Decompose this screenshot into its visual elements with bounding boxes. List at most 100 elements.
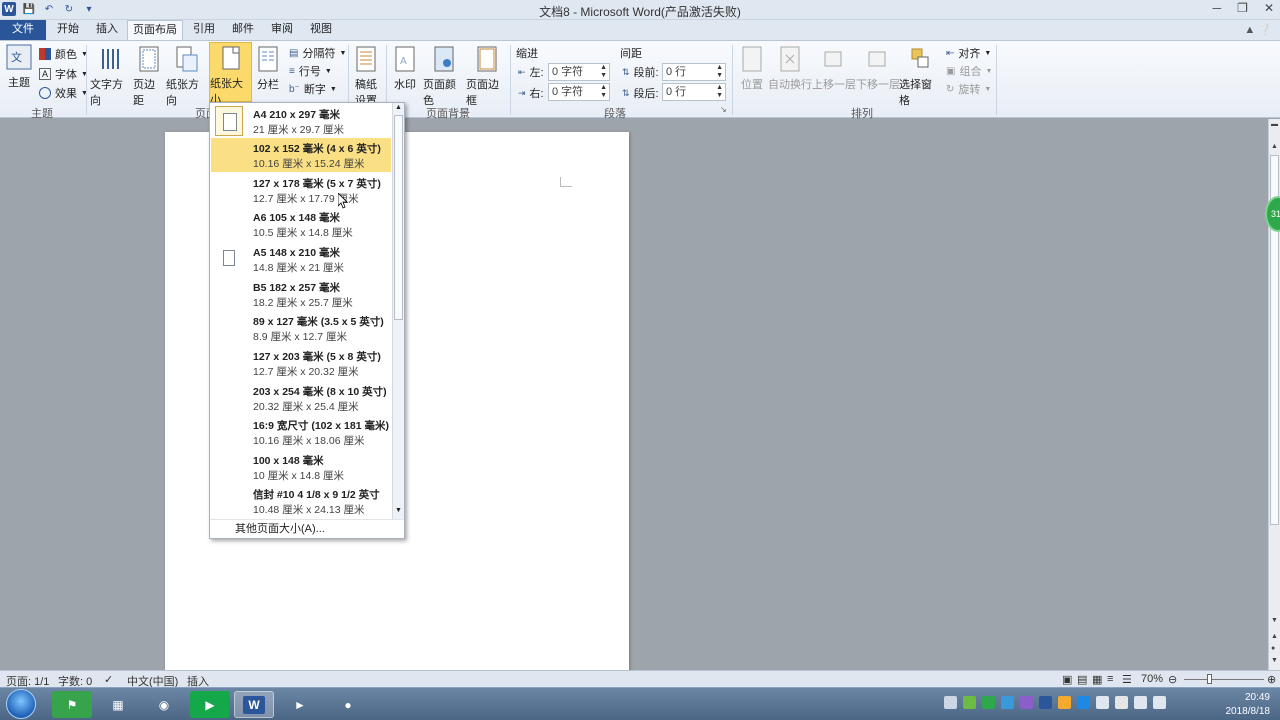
tab-home[interactable]: 开始 (50, 20, 86, 40)
zoom-out-icon[interactable]: ⊖ (1168, 673, 1177, 686)
tray-app-icon[interactable] (1039, 696, 1052, 709)
wrap-text-button[interactable]: 自动换行 (768, 45, 812, 92)
taskbar-app-green-icon[interactable]: ⚑ (52, 691, 92, 718)
tray-flag-icon[interactable] (1115, 696, 1128, 709)
paper-size-option[interactable]: 89 x 127 毫米 (3.5 x 5 英寸) 8.9 厘米 x 12.7 厘… (211, 311, 391, 345)
taskbar-app-browser-icon[interactable]: ◉ (144, 691, 184, 718)
orientation-button[interactable]: 纸张方向 (166, 45, 208, 108)
paper-size-option[interactable]: B5 182 x 257 毫米 18.2 厘米 x 25.7 厘米 (211, 277, 391, 311)
paper-size-option[interactable]: 16:9 宽尺寸 (102 x 181 毫米) 10.16 厘米 x 18.06… (211, 415, 391, 449)
zoom-level[interactable]: 70% (1141, 673, 1163, 685)
next-page-icon[interactable]: ▼ (1271, 657, 1278, 664)
scroll-down-icon[interactable]: ▼ (395, 507, 402, 514)
columns-button[interactable]: 分栏 (254, 45, 282, 92)
align-button[interactable]: ⇤ 对齐 ▼ (946, 45, 991, 61)
themes-button[interactable]: 文 主题 (4, 43, 34, 90)
taskbar-app-player-icon[interactable]: ► (280, 691, 320, 718)
paper-size-option[interactable]: A5 148 x 210 毫米 14.8 厘米 x 21 厘米 (211, 242, 391, 276)
restore-icon[interactable]: ❐ (1237, 1, 1248, 15)
tray-battery-icon[interactable] (963, 696, 976, 709)
spinner-arrows-icon[interactable]: ▲ ▼ (600, 64, 607, 80)
previous-page-icon[interactable]: ▲ (1271, 633, 1278, 640)
taskbar-app-video-icon[interactable]: ▶ (190, 691, 230, 718)
watermark-button[interactable]: A 水印 (391, 45, 419, 92)
paper-size-option[interactable]: 127 x 178 毫米 (5 x 7 英寸) 12.7 厘米 x 17.79 … (211, 173, 391, 207)
paper-size-option[interactable]: 203 x 254 毫米 (8 x 10 英寸) 20.32 厘米 x 25.4… (211, 381, 391, 415)
scroll-down-icon[interactable]: ▼ (1271, 617, 1278, 624)
paper-size-option[interactable]: A4 210 x 297 毫米 21 厘米 x 29.7 厘米 (211, 104, 391, 138)
tab-view[interactable]: 视图 (303, 20, 339, 40)
view-draft-icon[interactable]: ☰ (1122, 673, 1132, 686)
page-borders-button[interactable]: 页面边框 (466, 45, 508, 108)
ruler-toggle-icon[interactable]: ▬ (1271, 121, 1278, 128)
zoom-slider-track[interactable] (1184, 679, 1264, 680)
spacing-before-input[interactable]: 0 行 ▲ ▼ (662, 63, 726, 81)
tray-display-icon[interactable] (1096, 696, 1109, 709)
paper-size-option[interactable]: 信封 #10 4 1/8 x 9 1/2 英寸 10.48 厘米 x 24.13… (211, 484, 391, 518)
more-paper-sizes-link[interactable]: 其他页面大小(A)... (210, 519, 404, 538)
indent-right-input[interactable]: 0 字符 ▲ ▼ (548, 83, 610, 101)
scroll-up-icon[interactable]: ▲ (395, 104, 402, 111)
help-icon[interactable]: ▲ ❔ (1244, 23, 1272, 36)
taskbar-app-recorder-icon[interactable]: ● (328, 691, 368, 718)
dropdown-scrollbar[interactable]: ▲ ▼ (392, 103, 404, 519)
dropdown-scroll-thumb[interactable] (394, 115, 403, 320)
breaks-button[interactable]: ▤ 分隔符 ▼ (289, 45, 346, 61)
scroll-up-icon[interactable]: ▲ (1271, 143, 1278, 150)
selection-pane-button[interactable]: 选择窗格 (899, 45, 941, 108)
view-outline-icon[interactable]: ≡ (1107, 673, 1113, 685)
dialog-launcher-icon[interactable]: ↘ (720, 105, 727, 114)
taskbar-app-word-icon[interactable]: W (234, 691, 274, 718)
tab-references[interactable]: 引用 (186, 20, 222, 40)
send-backward-button[interactable]: 下移一层 (856, 45, 900, 92)
proofing-icon[interactable]: ✓ (104, 673, 113, 686)
indent-left-input[interactable]: 0 字符 ▲ ▼ (548, 63, 610, 81)
rotate-button[interactable]: ↻ 旋转 ▼ (946, 81, 991, 97)
page-color-button[interactable]: 页面颜色 (423, 45, 465, 108)
tab-insert[interactable]: 插入 (89, 20, 125, 40)
taskbar-clock[interactable]: 20:49 2018/8/18 (1226, 691, 1271, 719)
paper-size-option[interactable]: A6 105 x 148 毫米 10.5 厘米 x 14.8 厘米 (211, 207, 391, 241)
zoom-in-icon[interactable]: ⊕ (1267, 673, 1276, 686)
paper-size-option[interactable]: 100 x 148 毫米 10 厘米 x 14.8 厘米 (211, 450, 391, 484)
bring-forward-button[interactable]: 上移一层 (812, 45, 856, 92)
spacing-after-input[interactable]: 0 行 ▲ ▼ (662, 83, 726, 101)
theme-effects-button[interactable]: 效果 ▼ (39, 85, 88, 101)
browse-object-icon[interactable]: ● (1271, 645, 1275, 652)
zoom-slider-knob[interactable] (1207, 674, 1212, 684)
tray-app-icon[interactable] (1001, 696, 1014, 709)
position-button[interactable]: 位置 (738, 45, 766, 92)
tab-page-layout[interactable]: 页面布局 (127, 20, 183, 41)
group-objects-button[interactable]: ▣ 组合 ▼ (946, 63, 992, 79)
tray-keyboard-icon[interactable] (944, 696, 957, 709)
tray-app-icon[interactable] (1058, 696, 1071, 709)
tab-file[interactable]: 文件 (0, 20, 46, 40)
draft-paper-button[interactable]: 稿纸 设置 (352, 45, 380, 108)
tab-mailings[interactable]: 邮件 (225, 20, 261, 40)
text-direction-button[interactable]: 文字方向 (90, 45, 132, 108)
taskbar-app-tiles-icon[interactable]: ▦ (98, 691, 138, 718)
start-button-icon[interactable] (6, 689, 36, 719)
tray-app-icon[interactable] (1077, 696, 1090, 709)
tray-app-icon[interactable] (982, 696, 995, 709)
tray-volume-icon[interactable] (1134, 696, 1147, 709)
view-full-screen-icon[interactable]: ▤ (1077, 673, 1087, 686)
tray-network-icon[interactable] (1153, 696, 1166, 709)
hyphenation-button[interactable]: b⁻ 断字 ▼ (289, 81, 337, 97)
tray-app-icon[interactable] (1020, 696, 1033, 709)
line-numbers-button[interactable]: ≡ 行号 ▼ (289, 63, 332, 79)
spinner-arrows-icon[interactable]: ▲ ▼ (716, 64, 723, 80)
theme-colors-button[interactable]: 颜色 ▼ (39, 46, 88, 62)
paper-size-option[interactable]: 102 x 152 毫米 (4 x 6 英寸) 10.16 厘米 x 15.24… (211, 138, 391, 172)
tab-review[interactable]: 审阅 (264, 20, 300, 40)
spinner-arrows-icon[interactable]: ▲ ▼ (716, 84, 723, 100)
margins-button[interactable]: 页边距 (133, 45, 165, 108)
paper-size-button[interactable]: 纸张大小 ▼ (209, 42, 252, 114)
theme-fonts-button[interactable]: A 字体 ▼ (39, 66, 88, 82)
spinner-arrows-icon[interactable]: ▲ ▼ (600, 84, 607, 100)
view-web-layout-icon[interactable]: ▦ (1092, 673, 1102, 686)
paper-size-option[interactable]: 127 x 203 毫米 (5 x 8 英寸) 12.7 厘米 x 20.32 … (211, 346, 391, 380)
view-print-layout-icon[interactable]: ▣ (1062, 673, 1072, 686)
minimize-icon[interactable]: ─ (1213, 1, 1222, 15)
close-icon[interactable]: ✕ (1264, 1, 1274, 15)
